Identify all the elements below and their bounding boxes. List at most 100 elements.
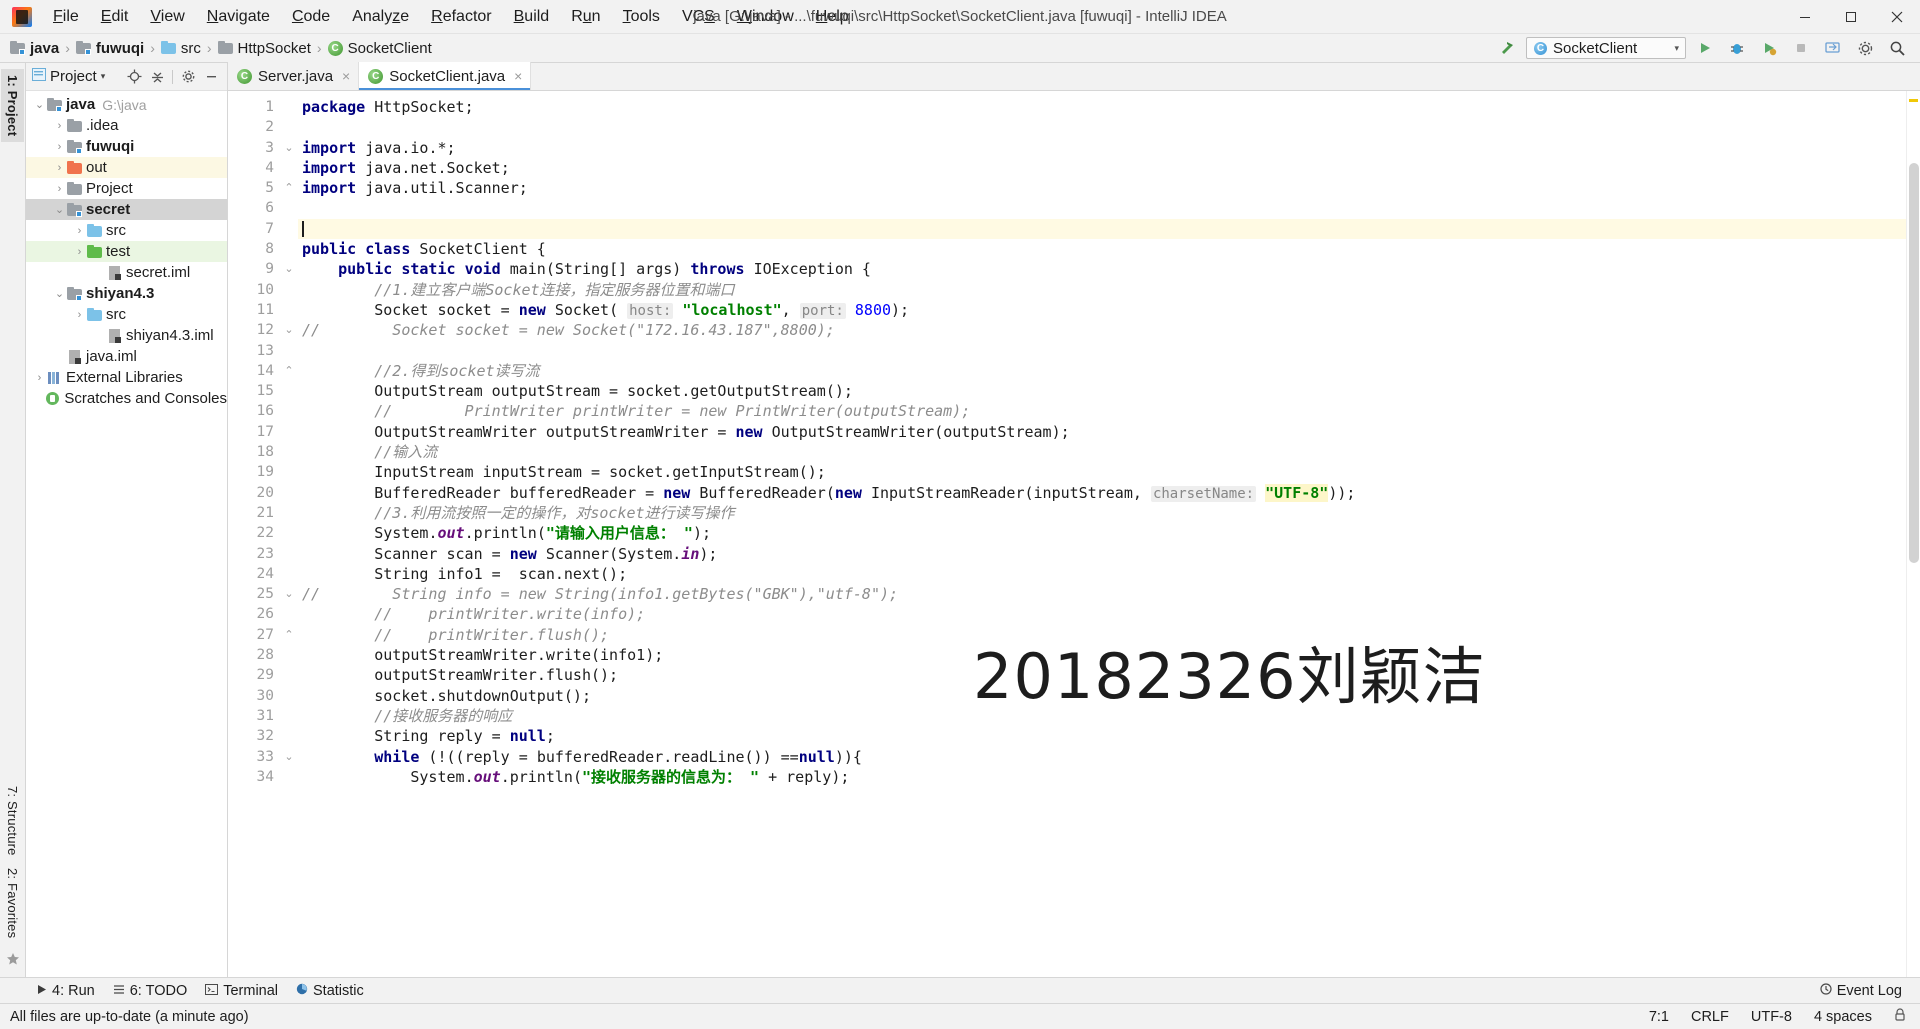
code-line[interactable]: Socket socket = new Socket( host: "local… (298, 300, 1906, 320)
tree-expand-arrow[interactable]: › (52, 351, 67, 363)
settings-gear-icon[interactable] (178, 67, 198, 87)
line-number[interactable]: 8 (228, 239, 296, 259)
line-number[interactable]: 6 (228, 198, 280, 218)
code-line[interactable] (298, 341, 1906, 361)
line-number[interactable]: 17 (228, 422, 280, 442)
tree-node-secret[interactable]: ⌄ secret (26, 199, 227, 220)
tree-expand-arrow[interactable]: › (32, 372, 47, 384)
line-number[interactable]: 16 (228, 401, 280, 421)
line-number[interactable]: 34 (228, 767, 280, 787)
code-line[interactable]: while (!((reply = bufferedReader.readLin… (298, 747, 1906, 767)
code-line[interactable]: String info1 = scan.next(); (298, 564, 1906, 584)
tree-expand-arrow[interactable]: ⌄ (32, 98, 47, 111)
code-folding-gutter[interactable]: ⌄ ⌃ ⌄ ⌄ ⌃ ⌄ ⌃ ⌄ (280, 91, 298, 977)
code-line[interactable]: // printWriter.flush(); (298, 625, 1906, 645)
code-line[interactable]: // Socket socket = new Socket("172.16.43… (298, 320, 1906, 340)
close-icon[interactable]: × (342, 68, 350, 84)
file-encoding[interactable]: UTF-8 (1751, 1009, 1792, 1025)
menu-help[interactable]: Help (805, 4, 860, 30)
update-project-button[interactable] (1820, 36, 1846, 60)
menu-file[interactable]: File (42, 4, 90, 30)
editor-tab-server[interactable]: Server.java × (228, 62, 360, 90)
toolwindow-todo[interactable]: 6: TODO (105, 980, 195, 1002)
line-number[interactable]: 11 (228, 300, 280, 320)
line-number[interactable]: 25 (228, 584, 280, 604)
project-tree[interactable]: ⌄ java G:\java › .idea › fuwuqi › out › Project ⌄ se… (26, 91, 227, 977)
menu-refactor[interactable]: Refactor (420, 4, 502, 30)
tree-node-shiyan4.3.iml[interactable]: › shiyan4.3.iml (26, 325, 227, 346)
locate-icon[interactable] (124, 67, 144, 87)
code-line[interactable]: outputStreamWriter.write(info1); (298, 645, 1906, 665)
line-number[interactable]: 14 (228, 361, 280, 381)
code-line[interactable]: OutputStreamWriter outputStreamWriter = … (298, 422, 1906, 442)
fold-toggle[interactable]: ⌃ (280, 625, 298, 645)
code-line[interactable]: //1.建立客户端Socket连接，指定服务器位置和端口 (298, 280, 1906, 300)
tree-node-shiyan4.3[interactable]: ⌄ shiyan4.3 (26, 283, 227, 304)
line-number[interactable]: 4 (228, 158, 280, 178)
search-everywhere-icon[interactable] (1884, 36, 1910, 60)
code-line[interactable]: public static void main(String[] args) t… (298, 259, 1906, 279)
code-line[interactable]: // String info = new String(info1.getByt… (298, 584, 1906, 604)
fold-toggle[interactable]: ⌄ (280, 747, 298, 767)
code-line[interactable] (298, 218, 1906, 240)
hide-panel-icon[interactable] (201, 67, 221, 87)
line-number[interactable]: 33 (228, 747, 280, 767)
line-number[interactable]: 28 (228, 645, 280, 665)
fold-toggle[interactable]: ⌄ (280, 584, 298, 604)
tree-node-test[interactable]: › test (26, 241, 227, 262)
line-number[interactable]: 1 (228, 97, 280, 117)
code-line[interactable]: String reply = null; (298, 726, 1906, 746)
line-number[interactable]: 7 (228, 219, 280, 239)
line-number[interactable]: 22 (228, 523, 280, 543)
tree-node-src[interactable]: › src (26, 304, 227, 325)
menu-window[interactable]: Window (726, 4, 805, 30)
breadcrumb-socketclient[interactable]: SocketClient (327, 40, 432, 57)
tree-expand-arrow[interactable]: ⌄ (52, 203, 67, 216)
line-separator[interactable]: CRLF (1691, 1009, 1729, 1025)
warning-marker[interactable] (1909, 99, 1918, 102)
close-button[interactable] (1874, 0, 1920, 34)
line-number[interactable]: 18 (228, 442, 280, 462)
tree-expand-arrow[interactable]: › (92, 330, 107, 342)
tree-expand-arrow[interactable]: › (52, 162, 67, 174)
breadcrumb-src[interactable]: src (160, 40, 201, 57)
caret-position[interactable]: 7:1 (1649, 1009, 1669, 1025)
line-number[interactable]: 30 (228, 686, 280, 706)
line-number[interactable]: 23 (228, 544, 280, 564)
menu-navigate[interactable]: Navigate (196, 4, 281, 30)
vertical-scrollbar-thumb[interactable] (1909, 163, 1919, 563)
line-number[interactable]: 5 (228, 178, 280, 198)
tree-expand-arrow[interactable]: › (52, 141, 67, 153)
rail-tab-favorites[interactable]: 2: Favorites (1, 862, 24, 944)
tree-node-java.iml[interactable]: › java.iml (26, 346, 227, 367)
line-number[interactable]: 3 (228, 138, 280, 158)
code-line[interactable]: System.out.println("接收服务器的信息为： " + reply… (298, 767, 1906, 787)
code-line[interactable]: System.out.println("请输入用户信息： "); (298, 523, 1906, 543)
line-number[interactable]: 27 (228, 625, 280, 645)
run-button[interactable] (1692, 36, 1718, 60)
line-number[interactable]: 32 (228, 726, 280, 746)
code-line[interactable]: package HttpSocket; (298, 97, 1906, 117)
tree-node-src[interactable]: › src (26, 220, 227, 241)
code-line[interactable]: BufferedReader bufferedReader = new Buff… (298, 483, 1906, 503)
tree-expand-arrow[interactable]: › (72, 309, 87, 321)
read-only-lock-icon[interactable] (1894, 1008, 1906, 1025)
run-configuration-selector[interactable]: SocketClient ▾ (1526, 37, 1686, 59)
code-line[interactable]: import java.net.Socket; (298, 158, 1906, 178)
code-line[interactable]: //输入流 (298, 442, 1906, 462)
source-code[interactable]: package HttpSocket; import java.io.*; impo… (298, 91, 1906, 977)
tree-node-secret.iml[interactable]: › secret.iml (26, 262, 227, 283)
toolwindow-statistic[interactable]: Statistic (288, 980, 372, 1002)
line-number[interactable]: 9 (228, 259, 296, 279)
tree-expand-arrow[interactable]: › (30, 393, 45, 405)
line-number[interactable]: 21 (228, 503, 280, 523)
menu-vcs[interactable]: VCS (671, 4, 726, 30)
tree-expand-arrow[interactable]: ⌄ (52, 287, 67, 300)
line-number[interactable]: 29 (228, 665, 280, 685)
code-line[interactable]: import java.util.Scanner; (298, 178, 1906, 198)
hammer-icon[interactable] (1494, 36, 1520, 60)
breadcrumb-httpsocket[interactable]: HttpSocket (217, 40, 311, 57)
tree-node-out[interactable]: › out (26, 157, 227, 178)
favorites-star-icon[interactable] (6, 952, 20, 977)
code-line[interactable]: // PrintWriter printWriter = new PrintWr… (298, 401, 1906, 421)
